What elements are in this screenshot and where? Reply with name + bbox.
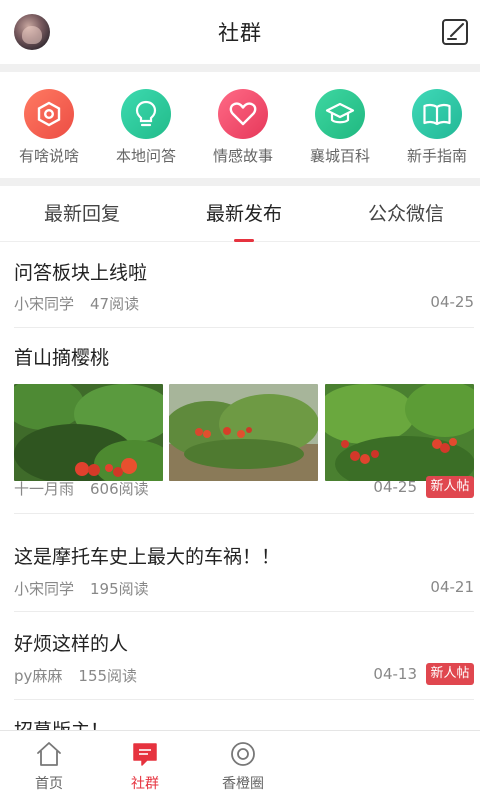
- post-date: 04-25: [430, 293, 474, 311]
- post-feed: 问答板块上线啦 小宋同学 47阅读 04-25 首山摘樱桃 十一月雨 606阅读…: [0, 243, 480, 730]
- new-user-badge: 新人帖: [426, 476, 474, 498]
- category-item-youshashuosha[interactable]: 有啥说啥: [1, 89, 97, 166]
- post-author: py麻麻: [14, 667, 63, 685]
- home-icon: [37, 742, 61, 766]
- category-item-qingganggushi[interactable]: 情感故事: [195, 89, 291, 166]
- post-meta: 十一月雨 606阅读: [14, 478, 149, 499]
- category-label: 新手指南: [406, 147, 467, 165]
- nav-label: 首页: [35, 776, 63, 792]
- page-title: 社群: [218, 21, 262, 45]
- post-item[interactable]: 招募版主！: [14, 700, 474, 730]
- nav-label: 社群: [131, 776, 159, 792]
- post-title: 招募版主！: [14, 716, 109, 730]
- post-image-cherry-1[interactable]: [14, 384, 163, 481]
- post-meta: 小宋同学 195阅读: [14, 578, 149, 599]
- divider: [0, 178, 480, 186]
- category-label: 本地问答: [115, 147, 176, 165]
- post-author: 小宋同学: [14, 295, 75, 313]
- nav-xiangcheng-circle[interactable]: 香橙圈: [203, 739, 283, 793]
- tab-latest-posts[interactable]: 最新发布: [164, 186, 324, 242]
- post-read-count: 606阅读: [90, 480, 149, 498]
- category-label: 有啥说啥: [18, 147, 79, 165]
- post-item[interactable]: 这是摩托车史上最大的车祸！！ 小宋同学 195阅读 04-21: [14, 514, 474, 612]
- post-meta: 小宋同学 47阅读: [14, 293, 139, 314]
- post-date: 04-25: [373, 478, 417, 496]
- post-read-count: 195阅读: [90, 580, 149, 598]
- heart-icon: [218, 89, 268, 139]
- post-author: 十一月雨: [14, 480, 75, 498]
- post-item[interactable]: 问答板块上线啦 小宋同学 47阅读 04-25: [14, 243, 474, 328]
- category-item-xiangchengbaike[interactable]: 襄城百科: [292, 89, 388, 166]
- post-date: 04-21: [430, 578, 474, 596]
- post-read-count: 47阅读: [90, 295, 140, 313]
- post-author: 小宋同学: [14, 580, 75, 598]
- tab-latest-replies[interactable]: 最新回复: [2, 186, 162, 242]
- circle-target-icon: [231, 742, 255, 766]
- category-label: 襄城百科: [309, 147, 370, 165]
- post-image-cherry-2[interactable]: [169, 384, 318, 481]
- compose-button[interactable]: [440, 17, 470, 47]
- hexagon-nut-icon: [24, 89, 74, 139]
- nav-label: 香橙圈: [222, 776, 264, 792]
- feed-tabs: 最新回复 最新发布 公众微信: [0, 186, 480, 242]
- tab-wechat[interactable]: 公众微信: [326, 186, 480, 242]
- post-image-cherry-3[interactable]: [325, 384, 474, 481]
- top-bar: 社群: [0, 0, 480, 64]
- category-item-xinshouzhinan[interactable]: 新手指南: [389, 89, 480, 166]
- new-user-badge: 新人帖: [426, 663, 474, 685]
- divider: [0, 64, 480, 72]
- category-label: 情感故事: [212, 147, 273, 165]
- category-item-bendiwenda[interactable]: 本地问答: [98, 89, 194, 166]
- post-read-count: 155阅读: [78, 667, 138, 685]
- post-title: 这是摩托车史上最大的车祸！！: [14, 546, 281, 568]
- user-avatar[interactable]: [14, 14, 50, 50]
- nav-community[interactable]: 社群: [105, 739, 185, 793]
- category-grid: 有啥说啥 本地问答 情感故事 襄城百科 新手指南: [0, 72, 480, 178]
- post-title: 首山摘樱桃: [14, 347, 110, 369]
- post-item[interactable]: 首山摘樱桃 十一月雨 606阅读 04-25 新人帖: [14, 328, 474, 514]
- book-icon: [412, 89, 462, 139]
- lightbulb-icon: [121, 89, 171, 139]
- post-item[interactable]: 好烦这样的人 py麻麻 155阅读 04-13 新人帖: [14, 612, 474, 700]
- post-date: 04-13: [373, 665, 417, 683]
- chat-bubble-icon: [133, 743, 157, 766]
- post-title: 问答板块上线啦: [14, 262, 148, 284]
- post-meta: py麻麻 155阅读: [14, 665, 137, 686]
- post-title: 好烦这样的人: [14, 633, 129, 655]
- nav-home[interactable]: 首页: [9, 739, 89, 793]
- edit-icon: [442, 19, 468, 45]
- active-tab-indicator: [234, 239, 254, 242]
- graduation-cap-icon: [315, 89, 365, 139]
- bottom-nav: 首页 社群 香橙圈: [0, 730, 480, 800]
